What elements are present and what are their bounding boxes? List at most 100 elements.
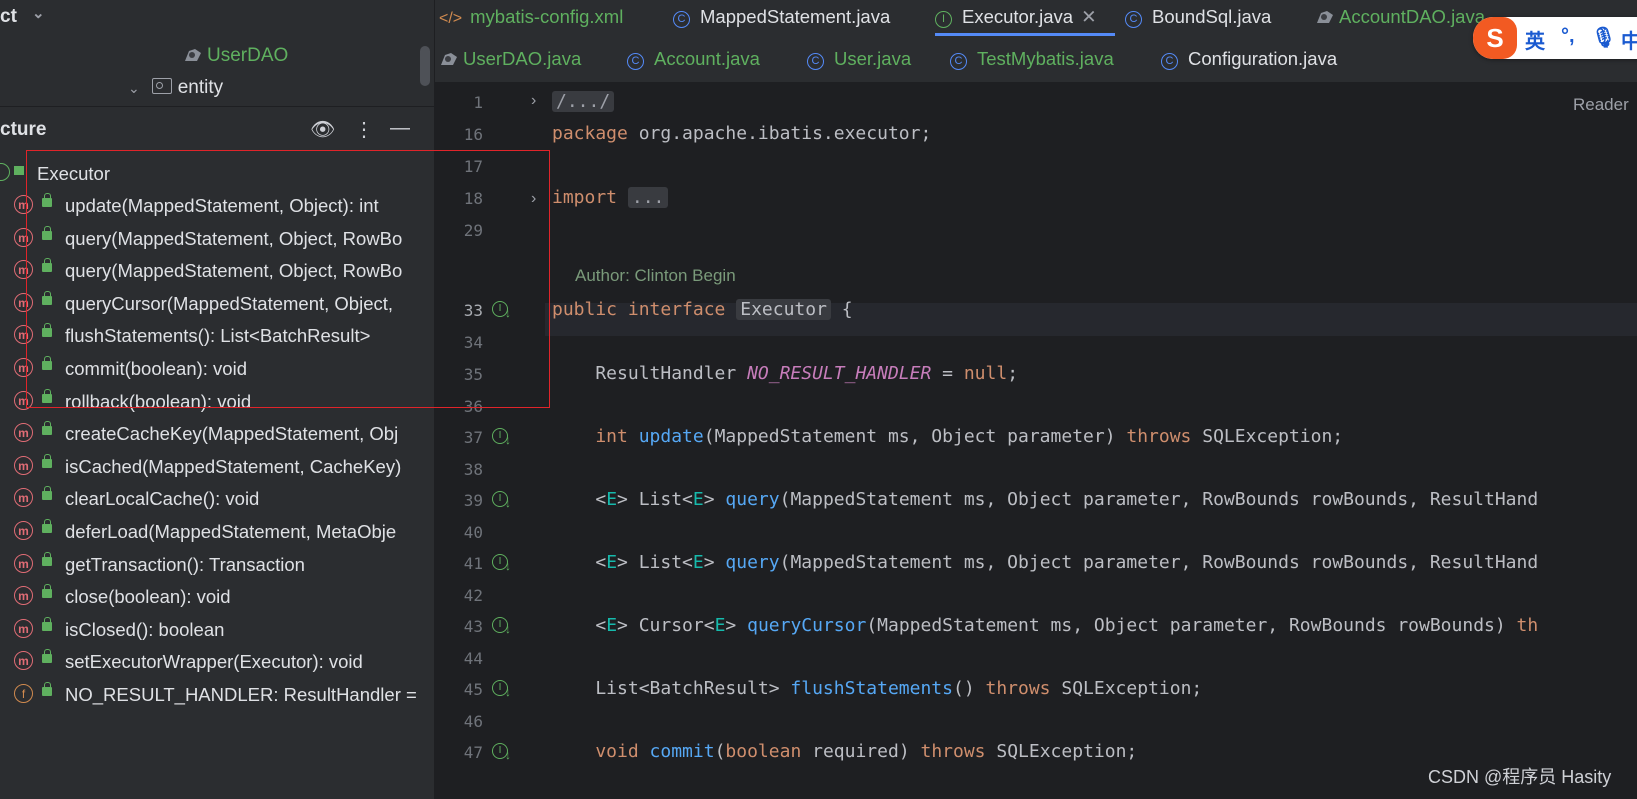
chevron-down-icon[interactable]: ⌄ xyxy=(32,4,45,22)
arrow-down-icon: ↓ xyxy=(505,433,511,447)
code-keyword: boolean xyxy=(725,741,802,762)
class-icon: C xyxy=(1161,53,1178,70)
method-icon: m xyxy=(14,423,33,443)
code-line-18[interactable]: import ... xyxy=(552,187,669,208)
class-icon: C xyxy=(1125,11,1142,28)
code-line-35[interactable]: ResultHandler NO_RESULT_HANDLER = null; xyxy=(552,363,1018,384)
public-lock-icon xyxy=(42,649,52,664)
line-number: 38 xyxy=(463,460,483,479)
tab-testmybatis[interactable]: C TestMybatis.java xyxy=(950,44,1114,74)
tree-scrollbar[interactable] xyxy=(420,46,430,86)
structure-item-label: close(boolean): void xyxy=(65,586,231,608)
public-lock-icon xyxy=(42,486,52,501)
public-lock-icon xyxy=(42,682,52,696)
structure-root-label: Executor xyxy=(37,163,111,184)
tab-userdao[interactable]: UserDAO.java xyxy=(439,44,581,74)
structure-item-label: flushStatements(): List<BatchResult> xyxy=(65,325,371,347)
code-text: SQLException; xyxy=(1050,678,1203,699)
structure-item-label: query(MappedStatement, Object, RowBo xyxy=(65,260,403,282)
code-keyword: th xyxy=(1516,615,1539,636)
class-icon: C xyxy=(807,53,824,70)
tree-item-userdao[interactable]: UserDAO xyxy=(183,42,288,70)
public-lock-icon xyxy=(42,258,52,273)
dao-icon xyxy=(185,49,201,61)
method-icon: m xyxy=(14,390,33,410)
code-method: query xyxy=(725,489,780,510)
more-options-icon[interactable]: ⋮ xyxy=(354,117,374,142)
ime-language-toggle[interactable]: 英 xyxy=(1525,25,1545,54)
code-generic: E xyxy=(692,489,704,510)
code-generic: E xyxy=(714,615,726,636)
tab-mybatis-config[interactable]: </> mybatis-config.xml xyxy=(439,2,623,32)
code-line-41[interactable]: <E> List<E> query(MappedStatement ms, Ob… xyxy=(552,552,1538,573)
tab-accountdao[interactable]: AccountDAO.java xyxy=(1315,2,1485,32)
code-line-33[interactable]: public interface Executor { xyxy=(552,299,853,320)
dao-icon xyxy=(1317,11,1333,23)
structure-item-label: query(MappedStatement, Object, RowBo xyxy=(65,227,403,249)
code-method: update xyxy=(638,426,704,447)
code-line-1[interactable]: /.../ xyxy=(552,91,615,112)
line-number: 34 xyxy=(463,333,483,352)
tab-configuration[interactable]: C Configuration.java xyxy=(1161,44,1337,74)
tab-boundsql[interactable]: C BoundSql.java xyxy=(1125,2,1271,32)
sogou-logo-icon[interactable]: S xyxy=(1473,17,1517,59)
code-keyword: null xyxy=(963,363,1008,384)
code-line-47[interactable]: void commit(boolean required) throws SQL… xyxy=(552,741,1137,762)
line-number: 44 xyxy=(463,649,483,668)
tab-mappedstatement[interactable]: C MappedStatement.java xyxy=(673,2,890,32)
folded-comment[interactable]: /.../ xyxy=(552,91,615,112)
field-icon: f xyxy=(14,684,33,703)
ime-punctuation-toggle[interactable]: °, xyxy=(1561,25,1575,48)
project-header[interactable]: ct ⌄ xyxy=(0,0,434,36)
structure-item-label: createCacheKey(MappedStatement, Obj xyxy=(65,423,399,445)
fold-expand-icon[interactable]: › xyxy=(531,190,536,208)
line-number: 36 xyxy=(463,397,483,416)
public-lock-icon xyxy=(42,519,52,533)
code-line-37[interactable]: int update(MappedStatement ms, Object pa… xyxy=(552,426,1343,447)
tab-label: mybatis-config.xml xyxy=(470,6,624,27)
xml-file-icon: </> xyxy=(439,10,463,27)
tree-item-entity[interactable]: ⌄ entity xyxy=(128,74,223,102)
code-keyword: import xyxy=(552,187,618,208)
structure-item-label: getTransaction(): Transaction xyxy=(65,553,305,575)
code-generic: E xyxy=(692,552,704,573)
line-number: 16 xyxy=(463,125,483,144)
code-line-16[interactable]: package org.apache.ibatis.executor; xyxy=(552,123,931,144)
code-method: commit xyxy=(649,741,715,762)
code-line-39[interactable]: <E> List<E> query(MappedStatement ms, Ob… xyxy=(552,489,1538,510)
ime-toolbar[interactable]: S 英 °, 🎙 中 xyxy=(1473,17,1637,59)
chevron-down-icon[interactable]: ⌄ xyxy=(128,80,140,96)
minimize-icon[interactable]: — xyxy=(390,117,410,140)
folded-imports[interactable]: ... xyxy=(627,187,669,208)
tab-executor[interactable]: I Executor.java ✕ xyxy=(935,2,1097,32)
close-icon[interactable]: ✕ xyxy=(1081,6,1097,27)
method-icon: m xyxy=(14,586,33,606)
ime-more[interactable]: 中 xyxy=(1621,25,1637,54)
method-icon: m xyxy=(14,325,33,345)
code-method: queryCursor xyxy=(747,615,867,636)
tab-user[interactable]: C User.java xyxy=(807,44,911,74)
tab-label: Account.java xyxy=(654,48,760,69)
microphone-icon[interactable]: 🎙 xyxy=(1591,25,1616,50)
line-number: 40 xyxy=(463,523,483,542)
code-line-45[interactable]: List<BatchResult> flushStatements() thro… xyxy=(552,678,1202,699)
tab-account[interactable]: C Account.java xyxy=(627,44,760,74)
code-text: < xyxy=(552,615,607,636)
fold-expand-icon[interactable]: › xyxy=(531,92,536,110)
method-icon: m xyxy=(14,227,33,247)
class-icon: C xyxy=(627,53,644,70)
code-line-43[interactable]: <E> Cursor<E> queryCursor(MappedStatemen… xyxy=(552,615,1538,636)
left-panel: ct ⌄ UserDAO ⌄ entity cture 👁 ⋮ — Executo… xyxy=(0,0,435,799)
method-icon: m xyxy=(14,488,33,508)
eye-icon[interactable]: 👁 xyxy=(310,117,335,142)
arrow-down-icon: ↓ xyxy=(505,685,511,699)
code-text: required) xyxy=(801,741,921,762)
line-number: 46 xyxy=(463,712,483,731)
code-keyword: throws xyxy=(985,678,1051,699)
reader-mode-toggle[interactable]: Reader xyxy=(1573,95,1629,115)
public-lock-icon xyxy=(42,616,52,631)
package-folder-icon xyxy=(151,78,172,94)
method-icon: m xyxy=(14,455,33,475)
code-identifier: Executor xyxy=(736,299,831,320)
javadoc-author: Author: Clinton Begin xyxy=(575,266,736,285)
